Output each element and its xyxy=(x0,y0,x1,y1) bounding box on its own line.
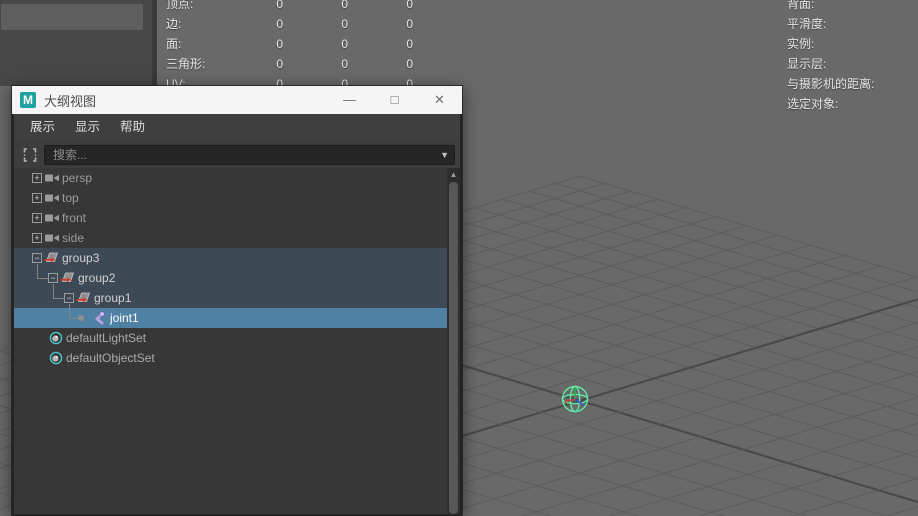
hud-label: 与摄影机的距离: xyxy=(787,77,875,91)
transform-icon xyxy=(60,272,75,283)
scroll-up-icon[interactable]: ▲ xyxy=(447,170,460,180)
tree-item-top[interactable]: + top xyxy=(14,188,447,208)
camera-icon xyxy=(45,214,59,222)
menu-display[interactable]: 展示 xyxy=(20,114,65,141)
maya-desktop: { "viewport": { "hud_left": [ {"label": … xyxy=(0,0,918,516)
set-icon xyxy=(49,331,63,345)
hud-value: 0 xyxy=(341,17,348,31)
tree-scrollbar[interactable]: ▲ xyxy=(447,168,460,514)
maximize-button[interactable]: □ xyxy=(372,86,417,114)
tree-item-label: persp xyxy=(62,171,93,185)
hud-value: 0 xyxy=(276,37,283,51)
minimize-button[interactable]: — xyxy=(327,86,372,114)
outliner-searchrow: ▼ xyxy=(14,141,460,168)
close-button[interactable]: ✕ xyxy=(417,86,462,114)
camera-icon xyxy=(45,234,59,242)
hud-label: 顶点: xyxy=(166,0,194,11)
joint-icon xyxy=(95,311,105,325)
hud-value: 0 xyxy=(406,57,413,71)
background-panel xyxy=(0,0,152,86)
hud-value: 0 xyxy=(406,37,413,51)
camera-icon xyxy=(45,194,59,202)
tree-item-label: defaultLightSet xyxy=(66,331,147,345)
hud-row: 面: 0 0 0 xyxy=(166,34,426,54)
hud-label: 背面: xyxy=(787,0,815,11)
tree-item-persp[interactable]: + persp xyxy=(14,168,447,188)
hud-label: 面: xyxy=(166,37,182,51)
outliner-titlebar[interactable]: M 大纲视图 — □ ✕ xyxy=(12,86,462,114)
menu-help[interactable]: 帮助 xyxy=(110,114,155,141)
hud-value: 0 xyxy=(276,0,283,11)
hud-object-details: 背面: 平滑度: 实例: 显示层: 与摄影机的距离: 选定对象: xyxy=(787,0,917,111)
outliner-tree: ▲ + persp + top + front + side − group3− group2− gr… xyxy=(14,168,460,514)
panel-divider xyxy=(152,0,157,86)
transform-icon xyxy=(44,252,59,263)
hud-value: 0 xyxy=(276,57,283,71)
hud-value: 0 xyxy=(406,17,413,31)
menu-show[interactable]: 显示 xyxy=(65,114,110,141)
expand-toggle-icon[interactable]: + xyxy=(32,233,42,243)
hud-value: 0 xyxy=(341,0,348,11)
tree-item-label: top xyxy=(62,191,79,205)
chevron-down-icon[interactable]: ▼ xyxy=(440,148,449,162)
transform-icon xyxy=(76,292,91,303)
hud-row: 顶点: 0 0 0 xyxy=(166,0,426,14)
hud-value: 0 xyxy=(276,17,283,31)
tree-item-label: front xyxy=(62,211,87,225)
search-input[interactable] xyxy=(44,144,455,165)
hud-label: 平滑度: xyxy=(787,17,827,31)
set-icon xyxy=(49,351,63,365)
tree-item-label: group1 xyxy=(94,291,132,305)
hud-label: 三角形: xyxy=(166,57,206,71)
outliner-window: M 大纲视图 — □ ✕ 展示 显示 帮助 ▼ ▲ +p xyxy=(11,85,463,516)
expand-toggle-icon[interactable]: − xyxy=(32,253,42,263)
camera-icon xyxy=(45,174,59,182)
hud-value: 0 xyxy=(406,0,413,11)
window-title: 大纲视图 xyxy=(44,93,97,109)
tree-item-label: group3 xyxy=(62,251,100,265)
expand-toggle-icon[interactable]: + xyxy=(32,193,42,203)
filter-select-icon[interactable] xyxy=(21,146,39,164)
tree-item-front[interactable]: + front xyxy=(14,208,447,228)
tree-item-side[interactable]: + side xyxy=(14,228,447,248)
hud-value: 0 xyxy=(341,37,348,51)
search-wrap: ▼ xyxy=(44,144,455,165)
tree-item-label: group2 xyxy=(78,271,116,285)
tree-item-group3[interactable]: − group3 xyxy=(14,248,447,268)
expand-toggle-icon[interactable]: − xyxy=(48,273,58,283)
outliner-menubar: 展示 显示 帮助 xyxy=(14,114,460,141)
maya-logo-icon: M xyxy=(20,92,36,108)
hud-label: 显示层: xyxy=(787,57,827,71)
tree-item-label: joint1 xyxy=(110,311,139,325)
scrollbar-thumb[interactable] xyxy=(449,182,458,514)
hud-poly-count: 顶点: 0 0 0 边: 0 0 0 面: 0 0 0 三角形: 0 0 0 UV: 0 0 0 xyxy=(166,0,426,94)
hud-label: 实例: xyxy=(787,37,815,51)
tree-item-group2[interactable]: − group2 xyxy=(14,268,447,288)
background-input-field[interactable] xyxy=(1,4,143,30)
joint-gizmo[interactable] xyxy=(555,380,595,420)
hud-row: 边: 0 0 0 xyxy=(166,14,426,34)
hud-row: 三角形: 0 0 0 xyxy=(166,54,426,74)
expand-toggle-icon[interactable]: − xyxy=(64,293,74,303)
tree-item-label: defaultObjectSet xyxy=(66,351,155,365)
tree-item-group1[interactable]: − group1 xyxy=(14,288,447,308)
tree-item-label: side xyxy=(62,231,85,245)
expand-toggle-icon[interactable]: + xyxy=(32,173,42,183)
expand-toggle-icon[interactable]: + xyxy=(32,213,42,223)
hud-label: 选定对象: xyxy=(787,97,839,111)
outliner-content: 展示 显示 帮助 ▼ ▲ +persp+top+front+side−group… xyxy=(12,114,462,516)
tree-item-defaultLightSet[interactable]: defaultLightSet xyxy=(14,328,447,348)
tree-item-joint1[interactable]: joint1 xyxy=(14,308,447,328)
hud-value: 0 xyxy=(341,57,348,71)
tree-item-defaultObjectSet[interactable]: defaultObjectSet xyxy=(14,348,447,368)
hud-label: 边: xyxy=(166,17,182,31)
